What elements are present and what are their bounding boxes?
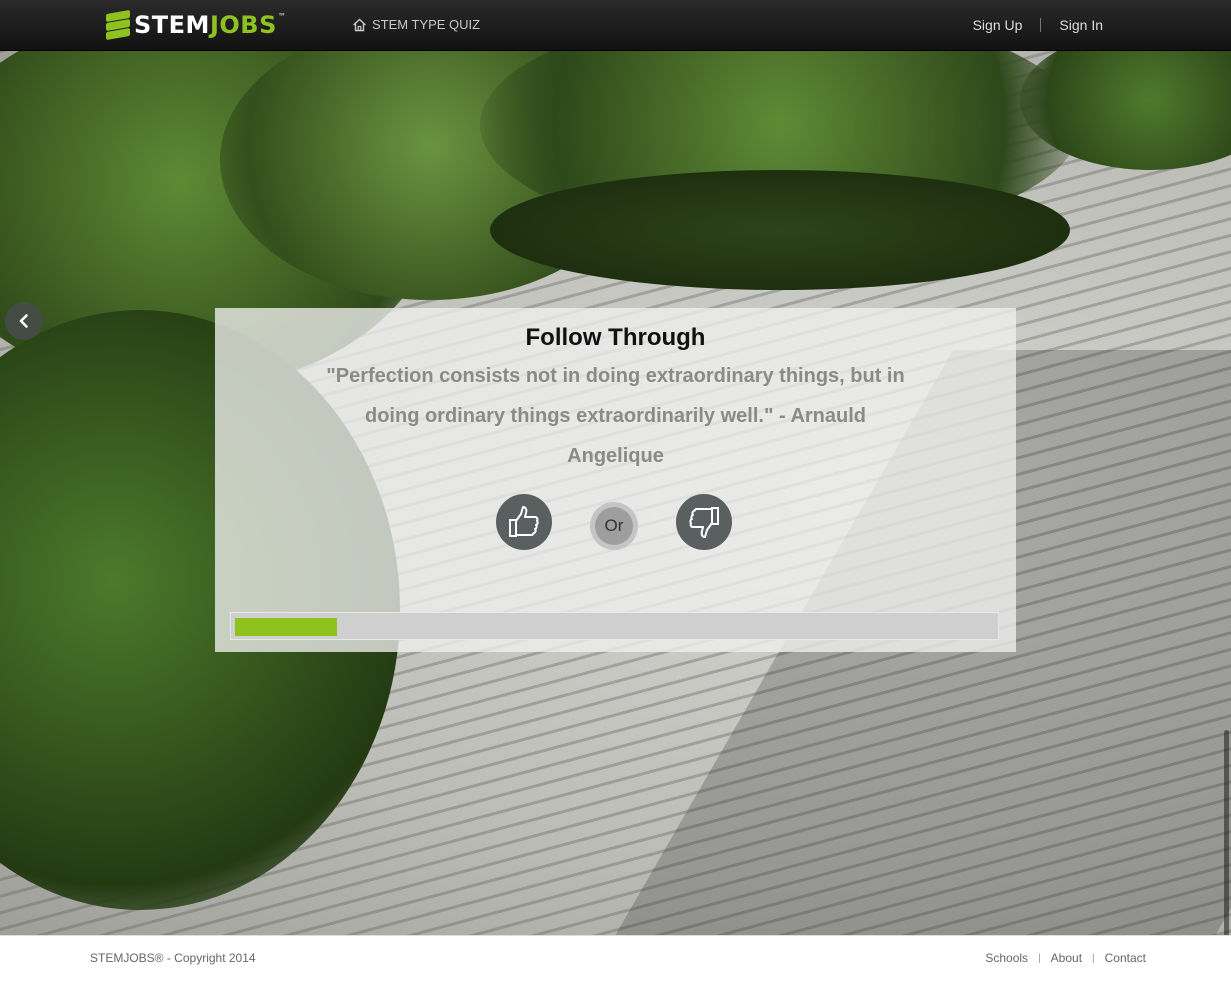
quiz-progress-fill xyxy=(235,618,337,636)
footer-divider: | xyxy=(1092,952,1095,964)
copyright-text: STEMJOBS® - Copyright 2014 xyxy=(90,951,256,965)
home-icon xyxy=(353,18,366,31)
previous-question-button[interactable] xyxy=(5,302,43,340)
page-scrollbar[interactable] xyxy=(1224,730,1229,935)
quiz-progress-bar xyxy=(230,612,999,640)
footer-link-schools[interactable]: Schools xyxy=(985,951,1028,965)
logo-trademark: ™ xyxy=(277,12,287,21)
stemjobs-logo[interactable]: STEMJOBS™ xyxy=(106,9,286,41)
question-title: Follow Through xyxy=(525,324,706,351)
sign-up-link[interactable]: Sign Up xyxy=(973,17,1023,33)
footer-link-contact[interactable]: Contact xyxy=(1105,951,1146,965)
stem-type-quiz-link[interactable]: STEM TYPE QUIZ xyxy=(352,17,480,32)
chevron-left-icon xyxy=(19,314,28,328)
stem-type-quiz-label: STEM TYPE QUIZ xyxy=(372,17,481,32)
footer-links: Schools | About | Contact xyxy=(985,951,1146,965)
question-quote: "Perfection consists not in doing extrao… xyxy=(326,365,905,467)
footer-divider: | xyxy=(1038,952,1041,964)
thumbs-down-button[interactable] xyxy=(676,494,732,550)
quiz-card: Follow Through "Perfection consists not … xyxy=(215,308,1016,652)
thumbs-down-icon xyxy=(689,507,719,538)
thumbs-up-icon xyxy=(509,506,539,537)
thumbs-up-button[interactable] xyxy=(496,494,552,550)
logo-mark-icon xyxy=(106,9,130,41)
page-footer: STEMJOBS® - Copyright 2014 Schools | Abo… xyxy=(0,935,1231,981)
account-nav: Sign Up Sign In xyxy=(973,17,1103,33)
nav-divider xyxy=(1040,18,1042,32)
footer-link-about[interactable]: About xyxy=(1051,951,1082,965)
top-navbar: STEMJOBS™ STEM TYPE QUIZ Sign Up Sign In xyxy=(0,0,1231,51)
logo-jobs-text: JOBS xyxy=(209,11,277,39)
or-label: Or xyxy=(595,507,633,545)
logo-stem-text: STEM xyxy=(134,11,210,39)
or-divider-badge: Or xyxy=(590,502,638,550)
sign-in-link[interactable]: Sign In xyxy=(1059,17,1103,33)
